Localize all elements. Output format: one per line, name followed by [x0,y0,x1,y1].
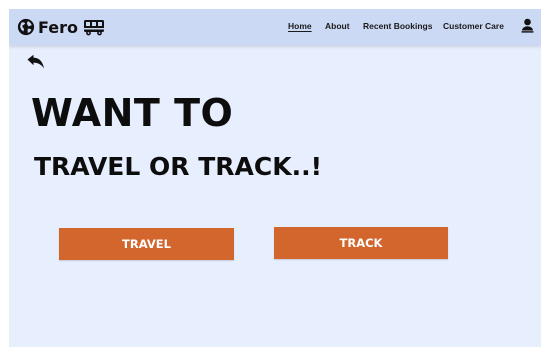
hero-title: WANT TO [31,91,234,135]
hero-subtitle: TRAVEL OR TRACK..! [34,152,322,181]
nav-recent-bookings[interactable]: Recent Bookings [363,21,432,31]
nav-about[interactable]: About [325,21,350,31]
nav-customer-care[interactable]: Customer Care [443,21,504,31]
nav-home[interactable]: Home [288,21,312,31]
track-button[interactable]: TRACK [274,227,448,259]
user-icon[interactable] [521,18,534,33]
app-frame: Fero Home About Recent Bookings Customer… [9,9,541,347]
back-arrow-icon[interactable] [26,54,46,70]
top-navbar: Fero Home About Recent Bookings Customer… [9,9,541,45]
nav-links: Home About Recent Bookings Customer Care [9,21,541,35]
travel-button[interactable]: TRAVEL [59,228,234,260]
